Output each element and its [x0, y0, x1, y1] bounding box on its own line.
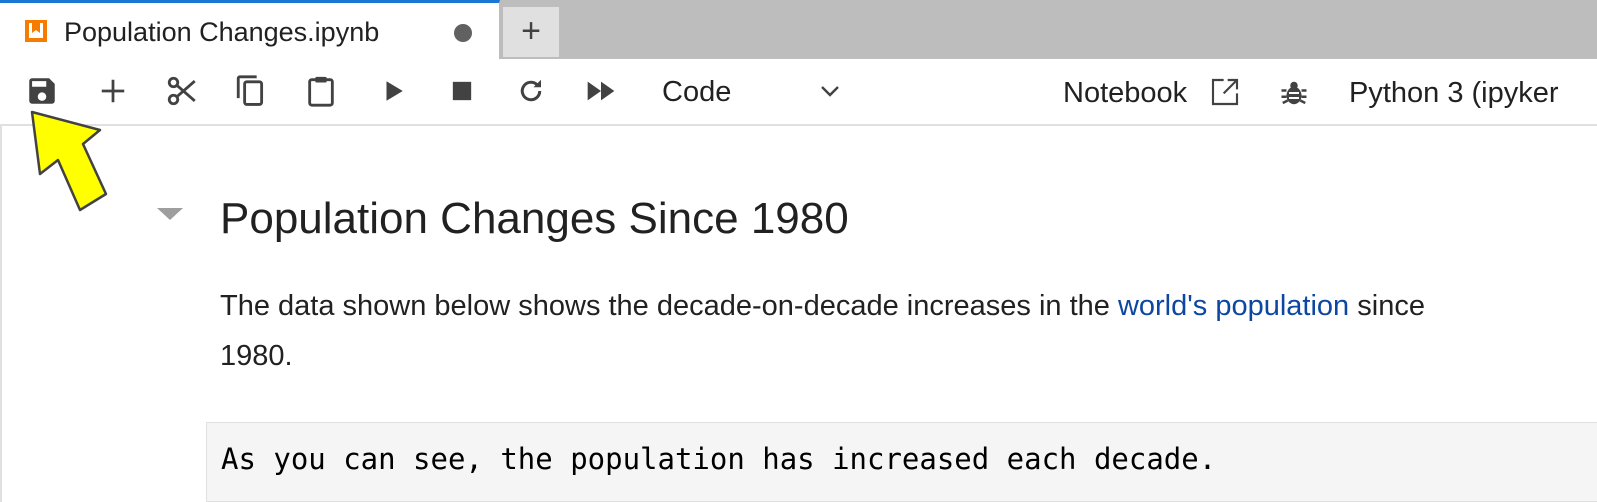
copy-icon	[236, 75, 264, 106]
chevron-down-icon	[818, 79, 842, 108]
copy-button[interactable]	[233, 73, 269, 109]
notebook-icon	[25, 20, 47, 42]
collapse-heading-icon[interactable]	[157, 208, 183, 220]
notebook-tab[interactable]: Population Changes.ipynb	[0, 0, 500, 59]
play-icon	[386, 81, 403, 101]
new-tab-button[interactable]: +	[503, 7, 559, 57]
unsaved-dot-icon[interactable]	[454, 24, 472, 42]
markdown-heading: Population Changes Since 1980	[220, 194, 849, 243]
save-icon	[29, 78, 55, 104]
kernel-name[interactable]: Python 3 (ipyker	[1349, 74, 1559, 112]
run-button[interactable]	[375, 73, 411, 109]
tab-title: Population Changes.ipynb	[64, 17, 380, 47]
restart-run-all-button[interactable]	[583, 73, 619, 109]
cell-type-value: Code	[662, 76, 732, 108]
markdown-paragraph: The data shown below shows the decade-on…	[220, 281, 1597, 381]
paragraph-line-1: The data shown below shows the decade-on…	[220, 281, 1597, 331]
save-button[interactable]	[24, 73, 60, 109]
paragraph-text-before-link: The data shown below shows the decade-on…	[220, 290, 1118, 322]
insert-cell-button[interactable]	[95, 73, 131, 109]
plus-icon	[101, 79, 125, 103]
cut-button[interactable]	[164, 73, 200, 109]
annotation-arrow-icon	[30, 110, 108, 212]
restart-icon	[520, 79, 542, 102]
world-population-link[interactable]: world's population	[1118, 290, 1349, 322]
code-cell[interactable]: As you can see, the population has incre…	[206, 422, 1597, 502]
interrupt-button[interactable]	[444, 73, 480, 109]
external-link-icon[interactable]	[1209, 76, 1241, 113]
code-cell-text[interactable]: As you can see, the population has incre…	[221, 439, 1216, 479]
fast-forward-icon	[587, 81, 615, 101]
scissors-icon	[167, 76, 196, 106]
paragraph-line-2: 1980.	[220, 340, 293, 372]
clipboard-icon	[308, 76, 334, 107]
paragraph-text-after-link: since	[1349, 290, 1425, 322]
cell-type-dropdown[interactable]: Code	[660, 71, 850, 113]
left-border	[0, 126, 2, 502]
open-in-notebook-button[interactable]: Notebook	[1063, 74, 1187, 112]
paste-button[interactable]	[303, 73, 339, 109]
tab-bar: Population Changes.ipynb +	[0, 0, 1597, 59]
stop-icon	[452, 81, 472, 101]
restart-button[interactable]	[513, 73, 549, 109]
debugger-bug-icon[interactable]	[1279, 78, 1309, 113]
